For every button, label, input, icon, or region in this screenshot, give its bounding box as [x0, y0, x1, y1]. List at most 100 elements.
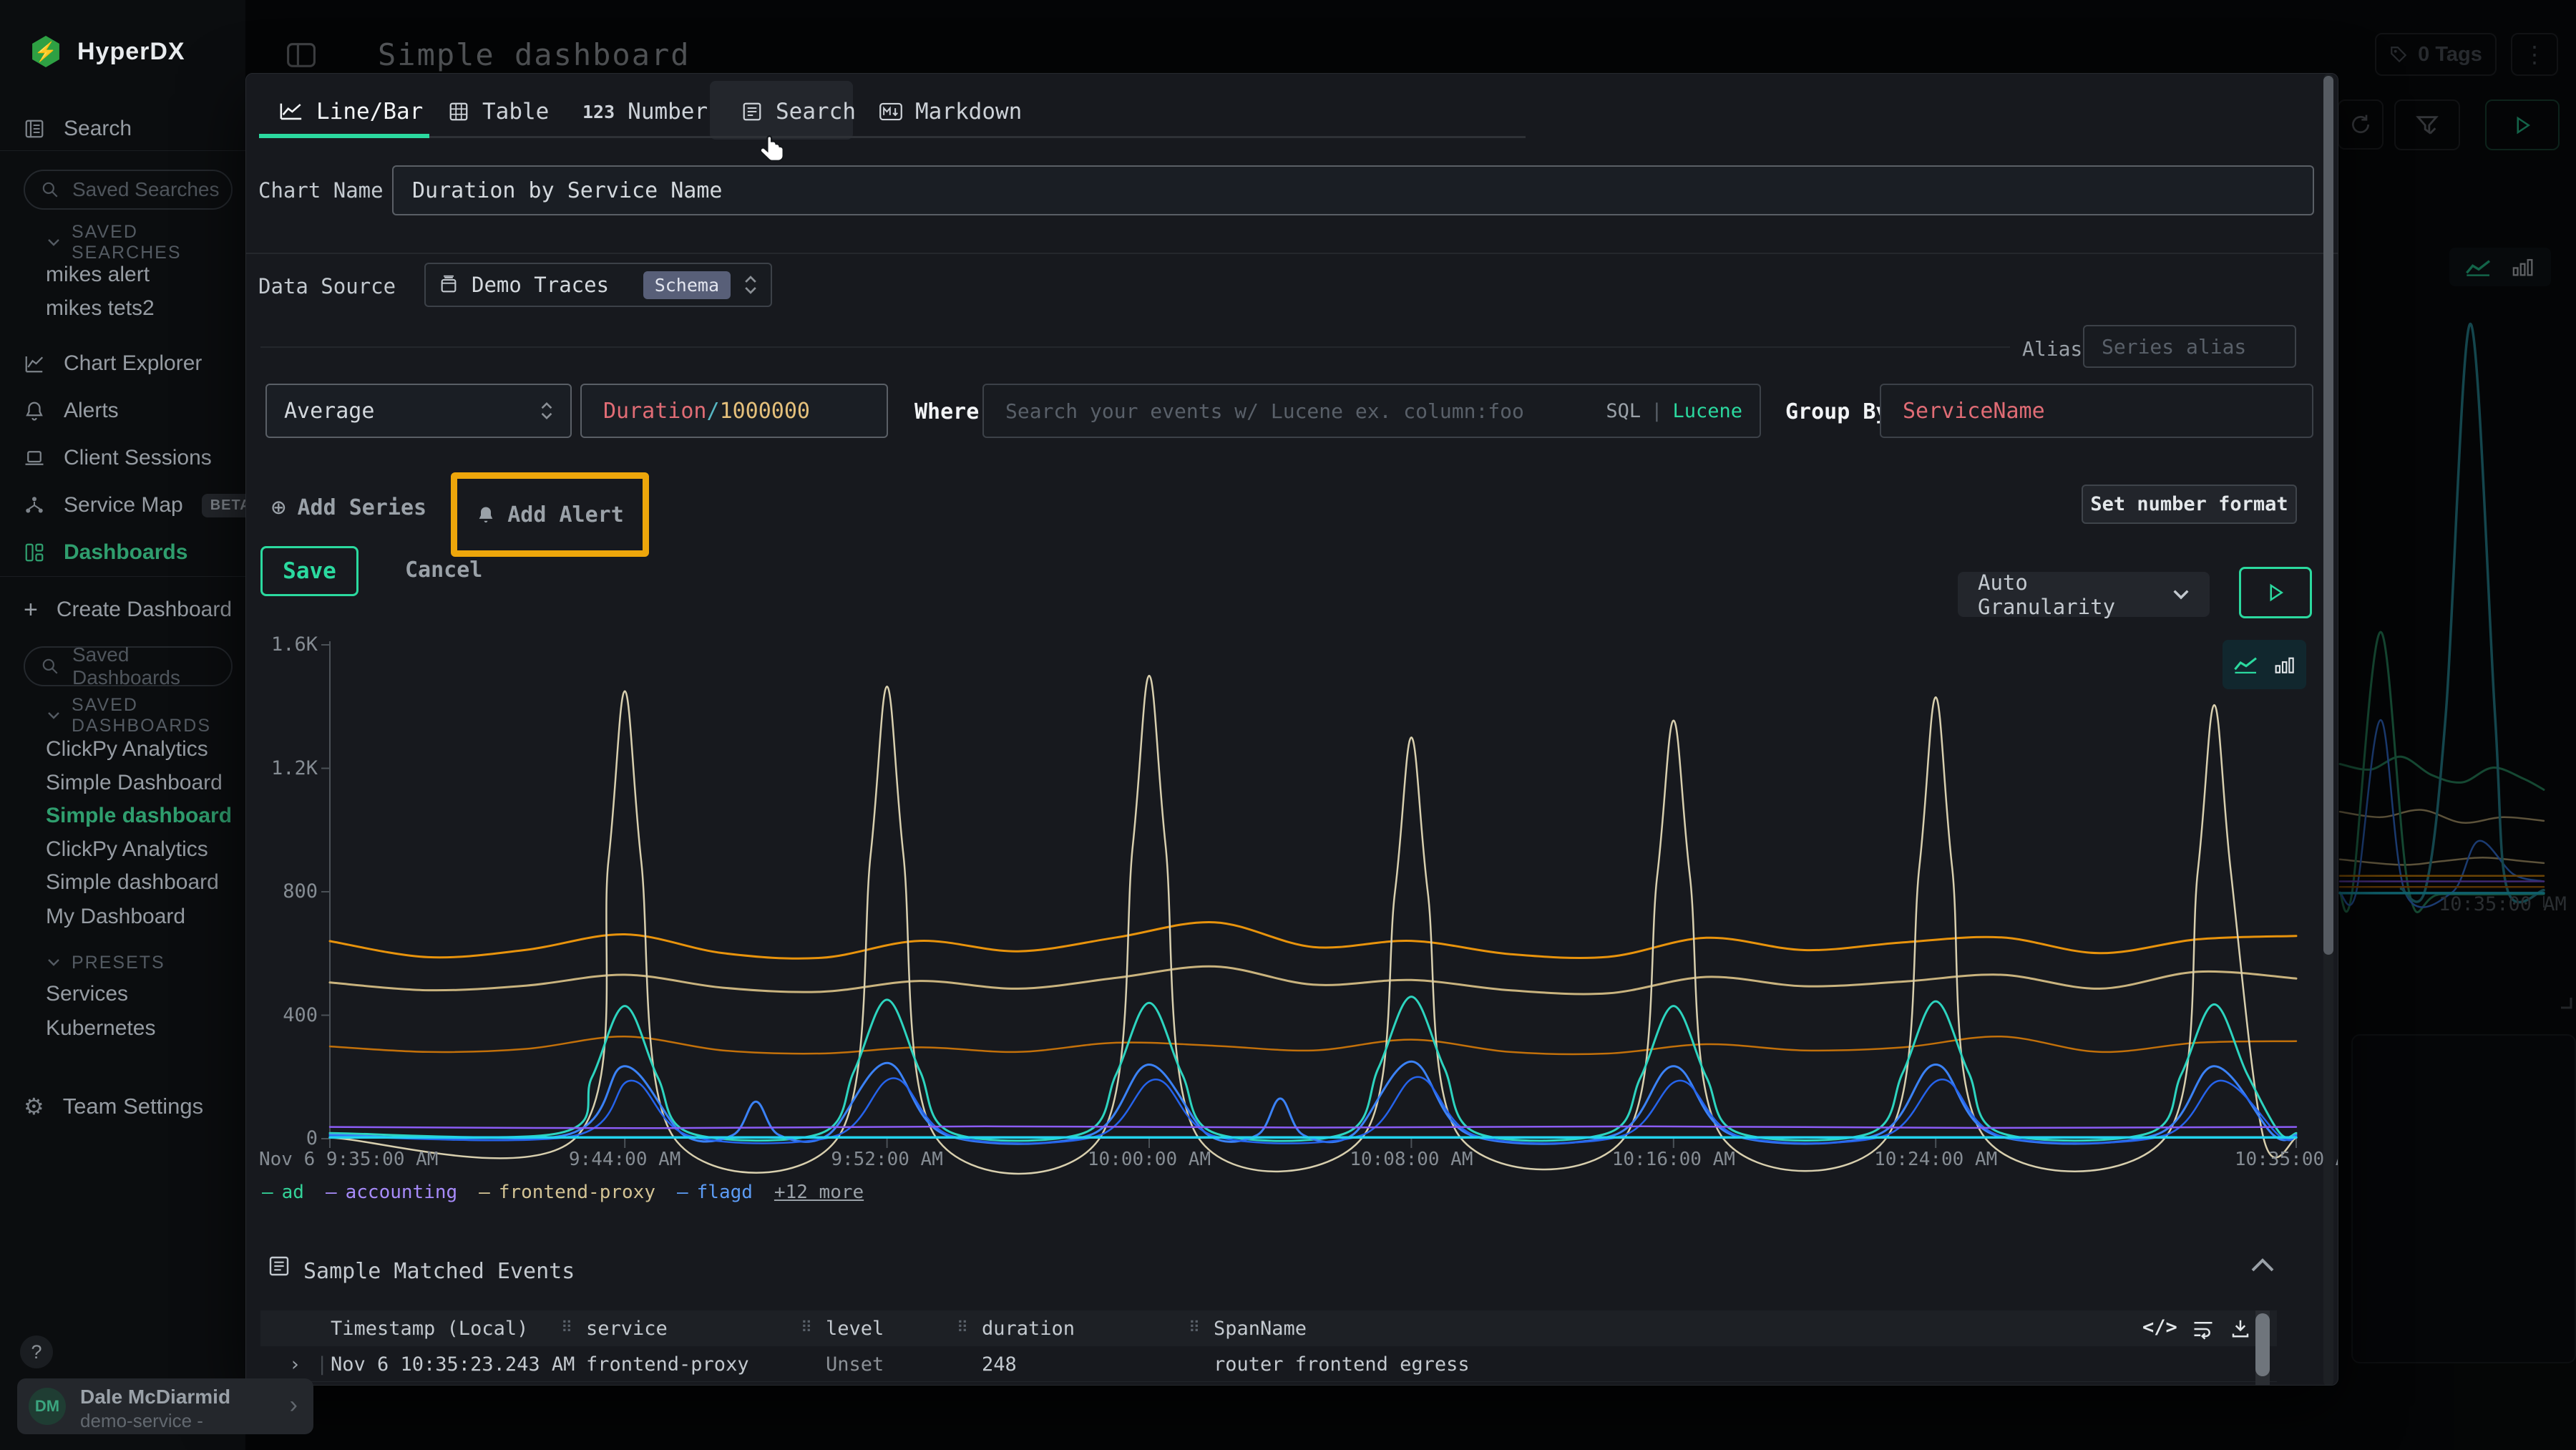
sidebar-divider [0, 576, 245, 577]
saved-searches-placeholder: Saved Searches [72, 178, 219, 201]
events-scrollbar-thumb[interactable] [2255, 1313, 2270, 1376]
create-dashboard-button[interactable]: + Create Dashboard [0, 593, 245, 627]
dashboard-item-active[interactable]: Simple dashboard [46, 800, 232, 832]
dashboard-item[interactable]: My Dashboard [46, 901, 185, 933]
series-avg-duration-high [330, 923, 2296, 959]
data-source-select[interactable]: Demo Traces Schema [424, 263, 772, 307]
y-tick-label: 400 [246, 1004, 318, 1026]
group-by-input[interactable]: ServiceName [1880, 384, 2313, 438]
chart-name-label: Chart Name [258, 178, 384, 203]
saved-search-item[interactable]: mikes alert [46, 259, 150, 291]
column-header[interactable]: level [826, 1318, 884, 1340]
preset-item[interactable]: Services [46, 978, 128, 1010]
tab-line-bar[interactable]: Line/Bar [279, 87, 423, 137]
sidebar-item-alerts[interactable]: Alerts [0, 394, 245, 428]
tab-markdown[interactable]: Markdown [879, 87, 1022, 137]
user-card[interactable]: DM Dale McDiarmid demo-service - › [17, 1378, 313, 1434]
set-number-format-button[interactable]: Set number format [2082, 485, 2297, 524]
dashboard-item[interactable]: ClickPy Analytics [46, 734, 208, 765]
saved-dashboards-heading[interactable]: SAVED DASHBOARDS [0, 704, 245, 728]
column-header[interactable]: service [586, 1318, 668, 1340]
chart-name-value: Duration by Service Name [412, 178, 722, 203]
preset-item[interactable]: Kubernetes [46, 1013, 155, 1044]
run-chart-button[interactable] [2239, 567, 2312, 618]
chevron-right-icon: › [290, 1391, 298, 1419]
duration-chart[interactable] [246, 625, 2338, 1169]
sidebar-item-team-settings[interactable]: ⚙ Team Settings [0, 1089, 245, 1124]
saved-search-item[interactable]: mikes tets2 [46, 293, 155, 324]
alias-input[interactable]: Series alias [2083, 325, 2296, 368]
code-view-icon[interactable]: </> [2142, 1316, 2177, 1338]
tab-table[interactable]: Table [448, 87, 549, 137]
drag-handle-icon[interactable]: ⠿ [1189, 1319, 1200, 1337]
save-button[interactable]: Save [260, 546, 358, 596]
sql-mode-toggle[interactable]: SQL [1606, 400, 1641, 422]
event-row[interactable]: › | Nov 6 10:35:23.243 AM frontend-proxy… [260, 1346, 2277, 1382]
brand[interactable]: ⚡ HyperDX [30, 36, 185, 67]
wrap-text-icon[interactable] [2192, 1319, 2214, 1339]
legend-item[interactable]: —flagd [677, 1182, 753, 1203]
cancel-button[interactable]: Cancel [405, 558, 482, 583]
event-row-clipped[interactable]: › Nov 6 10:35:23.243 AM frontend-proxy U… [260, 1382, 2277, 1386]
number-icon: 123 [582, 102, 615, 122]
chart-name-input[interactable]: Duration by Service Name [392, 165, 2314, 215]
dashboards-icon [24, 542, 45, 563]
presets-heading[interactable]: PRESETS [0, 950, 165, 975]
gear-icon: ⚙ [24, 1093, 44, 1120]
series-purple-flat [330, 1127, 2296, 1129]
section-divider [246, 253, 2338, 254]
sidebar-item-chart-explorer[interactable]: Chart Explorer [0, 346, 245, 381]
granularity-select[interactable]: Auto Granularity [1958, 572, 2210, 617]
aggregation-select[interactable]: Average [265, 384, 572, 438]
saved-dashboards-input[interactable]: Saved Dashboards [24, 646, 233, 686]
drag-handle-icon[interactable]: ⠿ [957, 1319, 968, 1337]
x-tick-label: 10:16:00 AM [1595, 1149, 1752, 1170]
legend-item[interactable]: —frontend-proxy [479, 1182, 655, 1203]
sidebar-item-dashboards[interactable]: Dashboards [0, 535, 245, 570]
search-icon [41, 180, 59, 199]
events-section-title: Sample Matched Events [303, 1259, 575, 1284]
sidebar-item-label: Search [64, 117, 132, 141]
column-header[interactable]: duration [982, 1318, 1075, 1340]
y-tick-label: 1.2K [246, 757, 318, 779]
add-series-button[interactable]: ⊕ Add Series [271, 493, 426, 522]
tab-number[interactable]: 123 Number [582, 87, 708, 137]
tab-search[interactable]: Search [741, 87, 856, 137]
modal-scrollbar-thumb[interactable] [2323, 76, 2333, 955]
expand-row-icon[interactable]: › [289, 1353, 301, 1376]
sidebar-item-client-sessions[interactable]: Client Sessions [0, 441, 245, 475]
x-tick-label: 10:00:00 AM [1070, 1149, 1228, 1170]
bell-icon [476, 505, 496, 525]
dashboard-item[interactable]: ClickPy Analytics [46, 834, 208, 865]
legend-item[interactable]: —accounting [326, 1182, 457, 1203]
lucene-mode-toggle[interactable]: Lucene [1672, 400, 1742, 422]
saved-searches-input[interactable]: Saved Searches [24, 170, 233, 210]
data-source-value: Demo Traces [472, 273, 609, 297]
legend-more-link[interactable]: +12 more [774, 1182, 864, 1203]
expression-input[interactable]: Duration/1000000 [580, 384, 888, 438]
collapse-section-icon[interactable] [2250, 1256, 2275, 1273]
add-alert-button-highlighted[interactable]: Add Alert [451, 472, 649, 557]
where-search-input[interactable]: Search your events w/ Lucene ex. column:… [982, 384, 1761, 438]
y-tick-label: 1.6K [246, 633, 318, 656]
dashboard-item[interactable]: Simple dashboard [46, 867, 219, 898]
mouse-cursor-pointer [757, 133, 790, 166]
saved-searches-heading[interactable]: SAVED SEARCHES [0, 230, 245, 255]
download-icon[interactable] [2230, 1318, 2251, 1339]
active-tab-underline [259, 134, 429, 138]
sidebar-item-search[interactable]: Search [0, 112, 245, 146]
drag-handle-icon[interactable]: ⠿ [561, 1319, 572, 1337]
legend-item[interactable]: —ad [262, 1182, 304, 1203]
drag-handle-icon[interactable]: ⠿ [801, 1319, 812, 1337]
column-header[interactable]: Timestamp (Local) [331, 1318, 528, 1340]
sidebar-item-service-map[interactable]: Service Map BETA [0, 488, 245, 522]
sidebar-item-label: Client Sessions [64, 446, 212, 470]
sidebar-item-label: Chart Explorer [64, 351, 202, 376]
column-header[interactable]: SpanName [1214, 1318, 1307, 1340]
expression-operator: / [707, 399, 720, 424]
dashboard-item[interactable]: Simple Dashboard [46, 767, 223, 799]
tab-label: Markdown [915, 99, 1022, 125]
help-button[interactable]: ? [20, 1335, 53, 1368]
alias-placeholder: Series alias [2102, 335, 2246, 359]
series-blue-bumps [330, 1061, 2296, 1144]
